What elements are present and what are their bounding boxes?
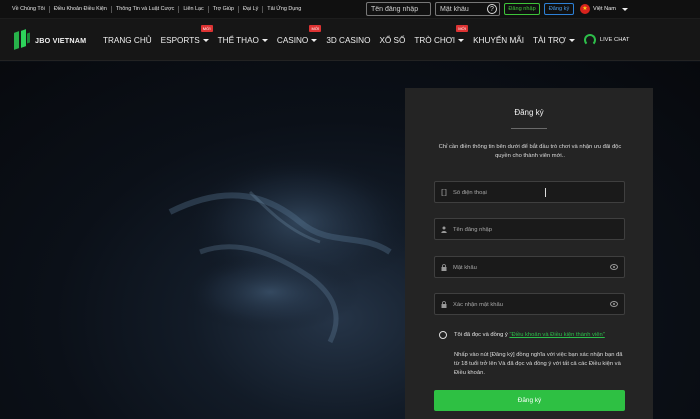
nav-item-label: TRÒ CHƠI bbox=[414, 35, 456, 45]
register-panel: Đăng ký Chỉ cần điền thông tin bên dưới … bbox=[405, 88, 653, 419]
nav-item-label: TRANG CHỦ bbox=[103, 35, 152, 45]
live-chat-button[interactable]: LIVE CHAT bbox=[583, 34, 630, 46]
chevron-down-icon bbox=[458, 38, 465, 42]
nav-item-label: THỂ THAO bbox=[217, 35, 259, 45]
username-input[interactable] bbox=[453, 223, 603, 236]
phone-icon bbox=[441, 189, 447, 196]
header-username-input[interactable] bbox=[366, 2, 431, 16]
top-link-about[interactable]: Về Chúng Tôi bbox=[8, 5, 50, 13]
lock-icon bbox=[441, 264, 447, 271]
lock-icon bbox=[441, 301, 447, 308]
question-icon[interactable]: ? bbox=[487, 4, 497, 14]
username-field[interactable] bbox=[434, 218, 625, 240]
jbo-logo-icon bbox=[12, 29, 32, 51]
eye-icon[interactable] bbox=[610, 301, 618, 307]
chevron-down-icon bbox=[311, 38, 318, 42]
new-badge: MỚI bbox=[309, 24, 322, 32]
top-link-rules[interactable]: Thông Tin và Luật Cược bbox=[112, 5, 180, 13]
nav-item-esports[interactable]: ESPORTS MỚI bbox=[160, 24, 213, 45]
top-link-download-app[interactable]: Tải Ứng Dụng bbox=[263, 6, 305, 13]
nav-item-3d-casino[interactable]: 3D CASINO bbox=[326, 36, 370, 45]
nav-item-label: XỔ SỐ bbox=[379, 35, 406, 45]
chevron-down-icon bbox=[202, 38, 209, 42]
top-link-terms[interactable]: Điều Khoản Điều Kiện bbox=[50, 5, 112, 13]
phone-input[interactable] bbox=[453, 186, 603, 199]
new-badge: MỚI bbox=[456, 24, 469, 32]
nav-item-sponsorship[interactable]: TÀI TRỢ bbox=[533, 36, 575, 45]
top-link-contact[interactable]: Liên Lạc bbox=[179, 5, 209, 13]
vietnam-flag-icon: ★ bbox=[580, 4, 590, 14]
new-badge: MỚI bbox=[200, 24, 213, 32]
phone-field[interactable] bbox=[434, 181, 625, 203]
age-notice: Nhấp vào nút [Đăng ký] đồng nghĩa với vi… bbox=[454, 352, 623, 376]
header-register-button[interactable]: Đăng ký bbox=[544, 3, 574, 15]
nav-item-label: 3D CASINO bbox=[326, 35, 371, 45]
login-button[interactable]: Đăng nhập bbox=[504, 3, 540, 15]
top-link-help[interactable]: Trợ Giúp bbox=[209, 5, 240, 13]
nav-item-casino[interactable]: CASINO MỚI bbox=[276, 24, 322, 45]
top-links: Về Chúng Tôi Điều Khoản Điều Kiện Thông … bbox=[8, 0, 305, 18]
confirm-password-field[interactable] bbox=[434, 293, 625, 315]
register-intro: Chỉ cần điền thông tin bên dưới để bắt đ… bbox=[438, 144, 622, 159]
nav-item-sports[interactable]: THỂ THAO bbox=[218, 36, 268, 45]
terms-link[interactable]: "Điều khoản và Điều kiện thành viên" bbox=[509, 332, 604, 338]
nav-item-label: ESPORTS bbox=[160, 35, 200, 45]
register-submit-button[interactable]: Đăng ký bbox=[434, 390, 625, 411]
language-label: Việt Nam bbox=[593, 6, 616, 12]
nav-item-label: TÀI TRỢ bbox=[533, 35, 566, 45]
agree-prefix: Tôi đã đọc và đồng ý bbox=[454, 332, 510, 338]
top-link-agent[interactable]: Đại Lý bbox=[239, 5, 264, 13]
agree-terms-radio[interactable] bbox=[439, 331, 447, 339]
nav-item-home[interactable]: TRANG CHỦ bbox=[103, 36, 152, 45]
confirm-password-input[interactable] bbox=[453, 298, 603, 311]
main-nav: JBO VIETNAM TRANG CHỦ ESPORTS MỚI THỂ TH… bbox=[0, 19, 700, 61]
text-cursor bbox=[545, 188, 546, 197]
register-title: Đăng ký bbox=[514, 108, 544, 117]
nav-item-lottery[interactable]: XỔ SỐ bbox=[379, 36, 405, 45]
headset-icon bbox=[583, 34, 596, 46]
eye-icon[interactable] bbox=[610, 264, 618, 270]
password-field[interactable] bbox=[434, 256, 625, 278]
chevron-down-icon bbox=[568, 38, 575, 42]
agree-terms-label: Tôi đã đọc và đồng ý "Điều khoản và Điều… bbox=[454, 332, 605, 338]
chevron-down-icon bbox=[261, 38, 268, 42]
nav-item-promotions[interactable]: KHUYẾN MÃI bbox=[473, 36, 524, 45]
top-bar: Về Chúng Tôi Điều Khoản Điều Kiện Thông … bbox=[0, 0, 700, 19]
nav-item-label: KHUYẾN MÃI bbox=[473, 35, 525, 45]
live-chat-label: LIVE CHAT bbox=[599, 37, 630, 43]
nav-item-label: CASINO bbox=[276, 35, 309, 45]
language-selector[interactable]: ★ Việt Nam bbox=[580, 3, 628, 15]
title-divider bbox=[511, 128, 547, 129]
password-input[interactable] bbox=[453, 261, 603, 274]
user-icon bbox=[441, 226, 447, 233]
nav-menu: TRANG CHỦ ESPORTS MỚI THỂ THAO CASINO MỚ… bbox=[103, 19, 629, 61]
logo-text: JBO VIETNAM bbox=[35, 35, 87, 45]
chevron-down-icon bbox=[621, 7, 628, 11]
nav-item-games[interactable]: TRÒ CHƠI MỚI bbox=[414, 24, 469, 45]
logo[interactable]: JBO VIETNAM bbox=[12, 29, 86, 51]
